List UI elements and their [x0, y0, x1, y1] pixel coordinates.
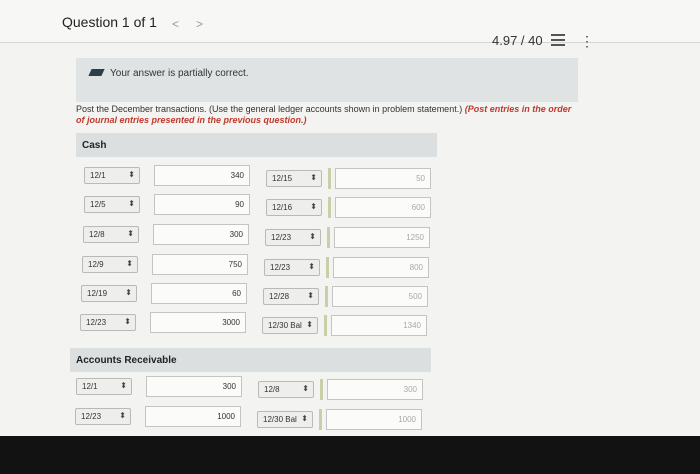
ar-ledger-header: Accounts Receivable	[70, 348, 431, 372]
chevron-left-icon[interactable]: <	[172, 17, 179, 31]
cash-row-debit-date-select[interactable]: 12/1 ⬍	[84, 167, 140, 184]
ar-row-debit-amount-input[interactable]: 300	[146, 376, 242, 397]
ar-ledger-title: Accounts Receivable	[76, 355, 177, 366]
feedback-message: Your answer is partially correct.	[110, 68, 249, 79]
updown-arrow-icon: ⬍	[310, 173, 317, 182]
cash-row-debit-date-value: 12/1	[90, 171, 106, 180]
cash-row-debit-amount-input[interactable]: 340	[154, 165, 250, 186]
cash-row-credit-marker	[328, 168, 331, 189]
updown-arrow-icon: ⬍	[128, 199, 135, 208]
ar-row-debit-date-value: 12/1	[82, 382, 98, 391]
cash-row-credit-date-value: 12/23	[271, 233, 292, 242]
cash-row-debit-date-select[interactable]: 12/19 ⬍	[81, 285, 137, 302]
cash-row-credit-marker	[327, 227, 330, 248]
cash-ledger-header: Cash	[76, 133, 437, 157]
updown-arrow-icon: ⬍	[126, 259, 133, 268]
question-page: Question 1 of 1 < > 4.97 / 40 ⋮ Your ans…	[0, 0, 700, 436]
updown-arrow-icon: ⬍	[127, 229, 134, 238]
cash-row-credit-marker	[328, 197, 331, 218]
ar-row-debit-amount-input[interactable]: 1000	[145, 406, 241, 427]
ar-row-credit-marker	[320, 379, 323, 400]
cash-row-debit-date-select[interactable]: 12/23 ⬍	[80, 314, 136, 331]
updown-arrow-icon: ⬍	[309, 232, 316, 241]
ar-row-credit-date-select[interactable]: 12/30 Bal ⬍	[257, 411, 313, 428]
cash-row-credit-marker	[324, 315, 327, 336]
cash-row-debit-amount-input[interactable]: 300	[153, 224, 249, 245]
updown-arrow-icon: ⬍	[310, 202, 317, 211]
cash-row-debit-date-value: 12/5	[90, 200, 106, 209]
cash-row-debit-amount-input[interactable]: 60	[151, 283, 247, 304]
cash-row-credit-amount-input[interactable]: 1340	[331, 315, 427, 336]
cash-row-debit-date-value: 12/9	[88, 260, 104, 269]
cash-row-credit-date-select[interactable]: 12/30 Bal ⬍	[262, 317, 318, 334]
updown-arrow-icon: ⬍	[308, 262, 315, 271]
cash-row-credit-amount-input[interactable]: 50	[335, 168, 431, 189]
list-icon[interactable]	[551, 34, 565, 49]
cash-row-debit-date-select[interactable]: 12/9 ⬍	[82, 256, 138, 273]
pencil-icon	[88, 69, 105, 76]
updown-arrow-icon: ⬍	[307, 291, 314, 300]
cash-row-credit-amount-input[interactable]: 500	[332, 286, 428, 307]
cash-row-credit-amount-input[interactable]: 1250	[334, 227, 430, 248]
cash-row-credit-date-value: 12/23	[270, 263, 291, 272]
cash-row-debit-amount-input[interactable]: 750	[152, 254, 248, 275]
more-vertical-icon[interactable]: ⋮	[580, 34, 594, 48]
cash-row-credit-amount-input[interactable]: 600	[335, 197, 431, 218]
score-display: 4.97 / 40	[492, 33, 543, 48]
cash-row-debit-date-select[interactable]: 12/5 ⬍	[84, 196, 140, 213]
ar-row-credit-date-select[interactable]: 12/8 ⬍	[258, 381, 314, 398]
ar-row-debit-date-select[interactable]: 12/23 ⬍	[75, 408, 131, 425]
cash-row-credit-marker	[325, 286, 328, 307]
instructions-text: Post the December transactions. (Use the…	[76, 104, 463, 114]
feedback-banner: Your answer is partially correct.	[76, 58, 578, 102]
cash-row-debit-date-value: 12/8	[89, 230, 105, 239]
ar-row-credit-amount-input[interactable]: 300	[327, 379, 423, 400]
ar-row-credit-date-value: 12/8	[264, 385, 280, 394]
updown-arrow-icon: ⬍	[124, 317, 131, 326]
cash-row-credit-date-select[interactable]: 12/16 ⬍	[266, 199, 322, 216]
updown-arrow-icon: ⬍	[306, 320, 313, 329]
ar-row-debit-date-select[interactable]: 12/1 ⬍	[76, 378, 132, 395]
cash-row-debit-date-value: 12/23	[86, 318, 107, 327]
ar-row-credit-date-value: 12/30 Bal	[263, 415, 297, 424]
question-label: Question 1 of 1	[62, 14, 157, 30]
updown-arrow-icon: ⬍	[125, 288, 132, 297]
cash-row-credit-date-value: 12/30 Bal	[268, 321, 302, 330]
cash-ledger-title: Cash	[82, 140, 107, 151]
cash-row-credit-date-select[interactable]: 12/23 ⬍	[265, 229, 321, 246]
top-bar: Question 1 of 1 < > 4.97 / 40 ⋮	[0, 0, 700, 48]
ar-row-credit-marker	[319, 409, 322, 430]
cash-row-credit-date-select[interactable]: 12/23 ⬍	[264, 259, 320, 276]
ar-row-debit-date-value: 12/23	[81, 412, 102, 421]
updown-arrow-icon: ⬍	[120, 381, 127, 390]
cash-row-debit-amount-input[interactable]: 90	[154, 194, 250, 215]
updown-arrow-icon: ⬍	[302, 384, 309, 393]
ar-row-credit-amount-input[interactable]: 1000	[326, 409, 422, 430]
cash-row-credit-date-select[interactable]: 12/28 ⬍	[263, 288, 319, 305]
instructions: Post the December transactions. (Use the…	[76, 104, 576, 126]
cash-row-credit-date-value: 12/28	[269, 292, 290, 301]
cash-row-credit-amount-input[interactable]: 800	[333, 257, 429, 278]
updown-arrow-icon: ⬍	[128, 170, 135, 179]
updown-arrow-icon: ⬍	[301, 414, 308, 423]
cash-row-debit-date-select[interactable]: 12/8 ⬍	[83, 226, 139, 243]
chevron-right-icon[interactable]: >	[196, 17, 203, 31]
cash-row-credit-date-value: 12/15	[272, 174, 293, 183]
cash-row-credit-date-value: 12/16	[272, 203, 293, 212]
cash-row-debit-date-value: 12/19	[87, 289, 108, 298]
cash-row-credit-marker	[326, 257, 329, 278]
updown-arrow-icon: ⬍	[119, 411, 126, 420]
cash-row-credit-date-select[interactable]: 12/15 ⬍	[266, 170, 322, 187]
cash-row-debit-amount-input[interactable]: 3000	[150, 312, 246, 333]
